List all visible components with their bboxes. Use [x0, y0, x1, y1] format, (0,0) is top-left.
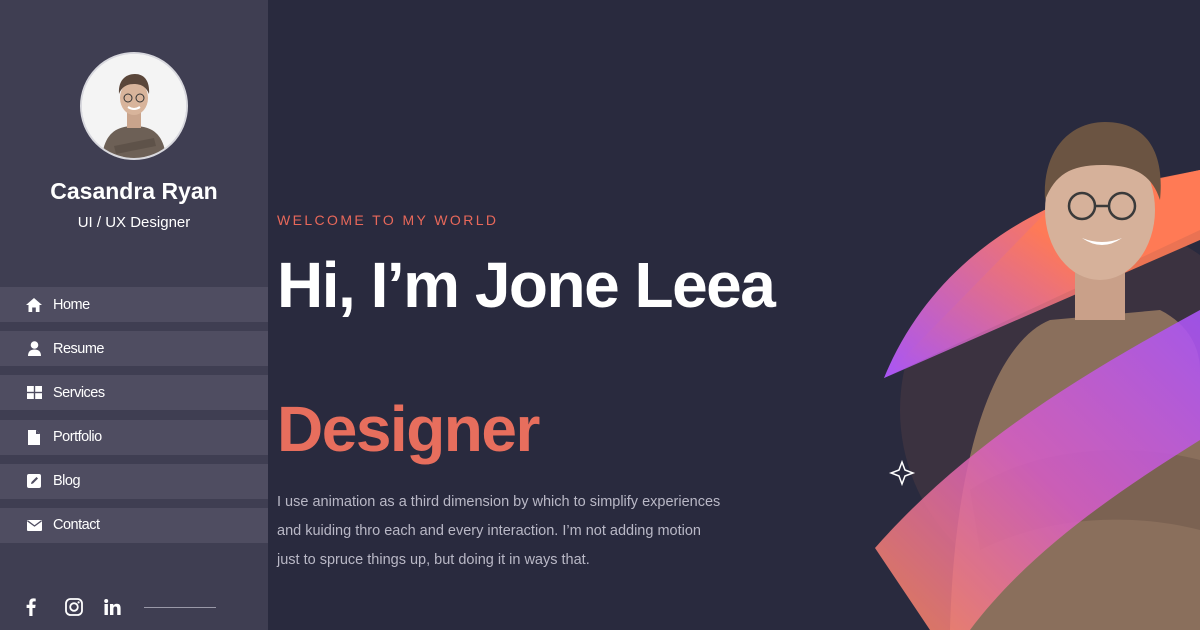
nav-item-services[interactable]: Services: [0, 375, 268, 411]
hero-portrait-graphic: [875, 110, 1200, 630]
home-icon: [26, 297, 42, 313]
nav-item-resume[interactable]: Resume: [0, 331, 268, 367]
hero-description: I use animation as a third dimension by …: [277, 494, 721, 568]
hero-eyebrow: WELCOME TO MY WORLD: [277, 212, 499, 228]
user-icon: [26, 341, 42, 357]
hero-title: Hi, I’m Jone Leea: [277, 249, 776, 321]
hero-illustration: [860, 110, 1200, 630]
nav-label-home: Home: [53, 296, 90, 313]
nav-label-contact: Contact: [53, 517, 100, 534]
nav-item-contact[interactable]: Contact: [0, 507, 268, 543]
nav-label-resume: Resume: [53, 340, 105, 357]
social-divider: [144, 607, 216, 608]
profile-name: Casandra Ryan: [50, 178, 218, 204]
profile-role: UI / UX Designer: [77, 214, 191, 231]
linkedin-icon[interactable]: [101, 596, 123, 618]
hero-accent-word: Designer: [277, 393, 540, 465]
envelope-icon: [26, 517, 42, 533]
nav-item-blog[interactable]: Blog: [0, 463, 268, 499]
edit-icon: [26, 473, 42, 489]
nav-label-portfolio: Portfolio: [53, 429, 102, 446]
sidebar: Casandra Ryan UI / UX Designer Home Resu…: [0, 0, 268, 630]
grid-icon: [26, 385, 42, 401]
main-nav: Home Resume Services Portfolio Blog Cont…: [0, 287, 268, 552]
instagram-icon[interactable]: [63, 596, 85, 618]
facebook-icon[interactable]: [20, 596, 42, 618]
profile-avatar: [80, 52, 188, 160]
social-links: [0, 596, 268, 620]
nav-item-portfolio[interactable]: Portfolio: [0, 419, 268, 455]
nav-label-blog: Blog: [53, 473, 81, 490]
nav-item-home[interactable]: Home: [0, 287, 268, 322]
nav-label-services: Services: [53, 384, 105, 401]
document-icon: [26, 429, 42, 445]
